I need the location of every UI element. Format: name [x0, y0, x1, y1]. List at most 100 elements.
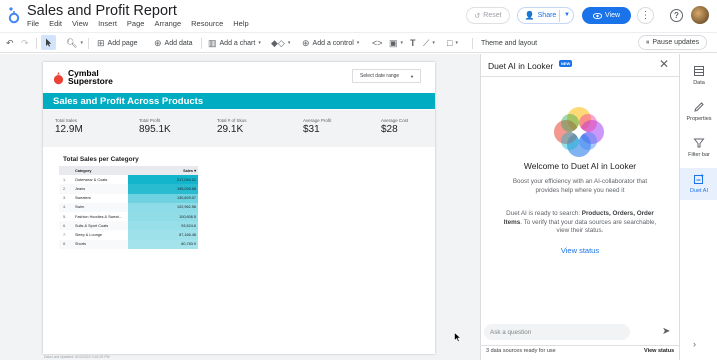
add-data-button[interactable]: ⊕ Add data [154, 37, 193, 50]
send-icon[interactable]: ➤ [662, 326, 670, 337]
ask-question-input[interactable]: Ask a question [484, 324, 630, 340]
add-page-label: Add page [107, 40, 138, 47]
add-control-label: Add a control [312, 40, 354, 47]
community-visualizations-button[interactable]: ◆◇ ▾ [271, 37, 290, 50]
kpi-average-profit[interactable]: Average Profit $31 [303, 118, 331, 135]
table-row[interactable]: 5. Fashion Hoodies & Sweat... 100,606.5 [59, 211, 198, 222]
reset-button[interactable]: ↺ Reset [466, 7, 510, 24]
brand-name: Cymbal Superstore [68, 69, 113, 86]
table-row[interactable]: 1. Outerwear & Coats 217,044.21 [59, 175, 198, 185]
table-title: Total Sales per Category [63, 156, 139, 163]
row-sales: 130,829.07 [128, 193, 198, 203]
chart-icon: ▥ [208, 38, 217, 48]
menu-view[interactable]: View [72, 19, 88, 28]
row-index: 5. [63, 214, 67, 219]
image-icon[interactable]: ▣ ▾ [389, 37, 403, 50]
duet-ai-panel: Duet AI in Looker NEW ✕ Welcome to Duet … [480, 54, 679, 360]
help-icon[interactable]: ? [670, 9, 683, 22]
row-index: 3. [63, 196, 67, 201]
kpi-total-profit[interactable]: Total Profit 895.1K [139, 118, 171, 135]
kpi-average-cost[interactable]: Average Cost $28 [381, 118, 408, 135]
rail-duet-ai[interactable]: Duet AI [680, 168, 717, 200]
header-sales[interactable]: Sales ▾ [128, 166, 198, 176]
row-category: Sleep & Lounge [75, 232, 103, 237]
kpi-strip: Total Sales 12.9M Total Profit 895.1K To… [43, 110, 435, 147]
duet-ai-icon [694, 173, 704, 184]
date-range-control[interactable]: Select date range ▼ [352, 69, 421, 83]
add-page-button[interactable]: ⊞ Add page [97, 37, 138, 50]
share-button[interactable]: 👤 Share ▼ [517, 7, 574, 24]
looker-studio-logo-icon[interactable] [7, 6, 21, 24]
pause-icon: ⏸ [645, 39, 650, 46]
header-category[interactable]: Category [75, 169, 127, 173]
select-tool-icon[interactable] [41, 35, 56, 50]
mouse-cursor-icon [454, 332, 462, 343]
toolbar-divider [88, 38, 89, 49]
row-category: Outerwear & Coats [75, 177, 108, 182]
add-data-label: Add data [164, 40, 193, 47]
text-icon[interactable]: T [410, 37, 416, 50]
code-icon[interactable]: <> [372, 37, 383, 50]
table-row[interactable]: 3. Sweaters 130,829.07 [59, 193, 198, 203]
theme-and-layout-button[interactable]: Theme and layout [481, 37, 537, 50]
brand-line2: Superstore [68, 76, 113, 86]
rail-data[interactable]: Data [680, 60, 717, 92]
view-status-link[interactable]: View status [481, 246, 679, 255]
menu-file[interactable]: File [27, 19, 39, 28]
row-category: Jeans [75, 186, 86, 191]
share-dropdown-icon[interactable]: ▼ [564, 12, 570, 18]
eye-icon [592, 12, 602, 19]
view-status-footer-link[interactable]: View status [644, 348, 674, 354]
table-row[interactable]: 6. Suits & Sport Coats 93,524.6 [59, 221, 198, 231]
table-row[interactable]: 2. Jeans 195,026.56 [59, 184, 198, 194]
more-options-icon[interactable]: ⋮ [637, 7, 654, 24]
menu-help[interactable]: Help [233, 19, 248, 28]
menu-resource[interactable]: Resource [191, 19, 223, 28]
close-icon[interactable]: ✕ [659, 57, 669, 71]
rail-filter-bar[interactable]: Filter bar [680, 132, 717, 164]
menu-insert[interactable]: Insert [98, 19, 117, 28]
menu-page[interactable]: Page [127, 19, 145, 28]
table-row[interactable]: 4. Swim 102,962.58 [59, 202, 198, 212]
undo-icon: ↺ [474, 12, 481, 20]
new-badge: NEW [559, 60, 573, 67]
menu-arrange[interactable]: Arrange [154, 19, 181, 28]
row-index: 1. [63, 177, 67, 182]
shape-icon[interactable]: □ ▾ [447, 37, 458, 50]
rail-properties[interactable]: Properties [680, 96, 717, 128]
avatar[interactable] [691, 6, 709, 24]
report-page[interactable]: Cymbal Superstore Select date range ▼ Sa… [43, 62, 435, 354]
data-updated-note: Data Last Updated: 6/13/2024 3:43:29 PM [44, 355, 110, 359]
kpi-label: Total # of Skus [217, 118, 247, 123]
menu-edit[interactable]: Edit [49, 19, 62, 28]
duet-ai-logo-icon [554, 107, 604, 157]
table-row[interactable]: 8. Shorts 80,783.9 [59, 239, 198, 249]
row-category: Shorts [75, 242, 86, 247]
chevron-right-icon[interactable]: › [693, 339, 696, 349]
row-index: 2. [63, 186, 67, 191]
row-sales: 93,524.6 [128, 221, 198, 231]
rail-filter-label: Filter bar [688, 152, 710, 158]
row-sales: 100,606.5 [128, 211, 198, 222]
add-chart-button[interactable]: ▥ Add a chart ▾ [208, 37, 261, 50]
row-index: 7. [63, 232, 67, 237]
pause-updates-button[interactable]: ⏸ Pause updates [638, 35, 707, 50]
undo-icon[interactable]: ↶ [6, 37, 14, 50]
kpi-total-sales[interactable]: Total Sales 12.9M [55, 118, 83, 135]
sales-table[interactable]: Category Sales ▾ 1. Outerwear & Coats 217,… [59, 166, 198, 249]
kpi-total-skus[interactable]: Total # of Skus 29.1K [217, 118, 247, 135]
row-sales: 195,026.56 [128, 184, 198, 194]
line-icon[interactable]: ⟋ ▾ [423, 37, 435, 50]
table-body: 1. Outerwear & Coats 217,044.21 2. Jeans 195,… [59, 175, 198, 249]
report-title[interactable]: Sales and Profit Report [27, 3, 177, 19]
add-data-icon: ⊕ [154, 38, 162, 48]
row-sales: 87,166.46 [128, 230, 198, 240]
kpi-value: 29.1K [217, 124, 244, 135]
table-row[interactable]: 7. Sleep & Lounge 87,166.46 [59, 230, 198, 240]
zoom-icon[interactable]: 🔍︎ ▾ [66, 37, 83, 50]
kpi-label: Total Profit [139, 118, 161, 123]
chevron-down-icon: ▾ [287, 40, 291, 46]
view-button[interactable]: View [582, 7, 631, 24]
redo-icon[interactable]: ↷ [21, 37, 29, 50]
add-control-button[interactable]: ⊕ Add a control ▾ [302, 37, 359, 50]
